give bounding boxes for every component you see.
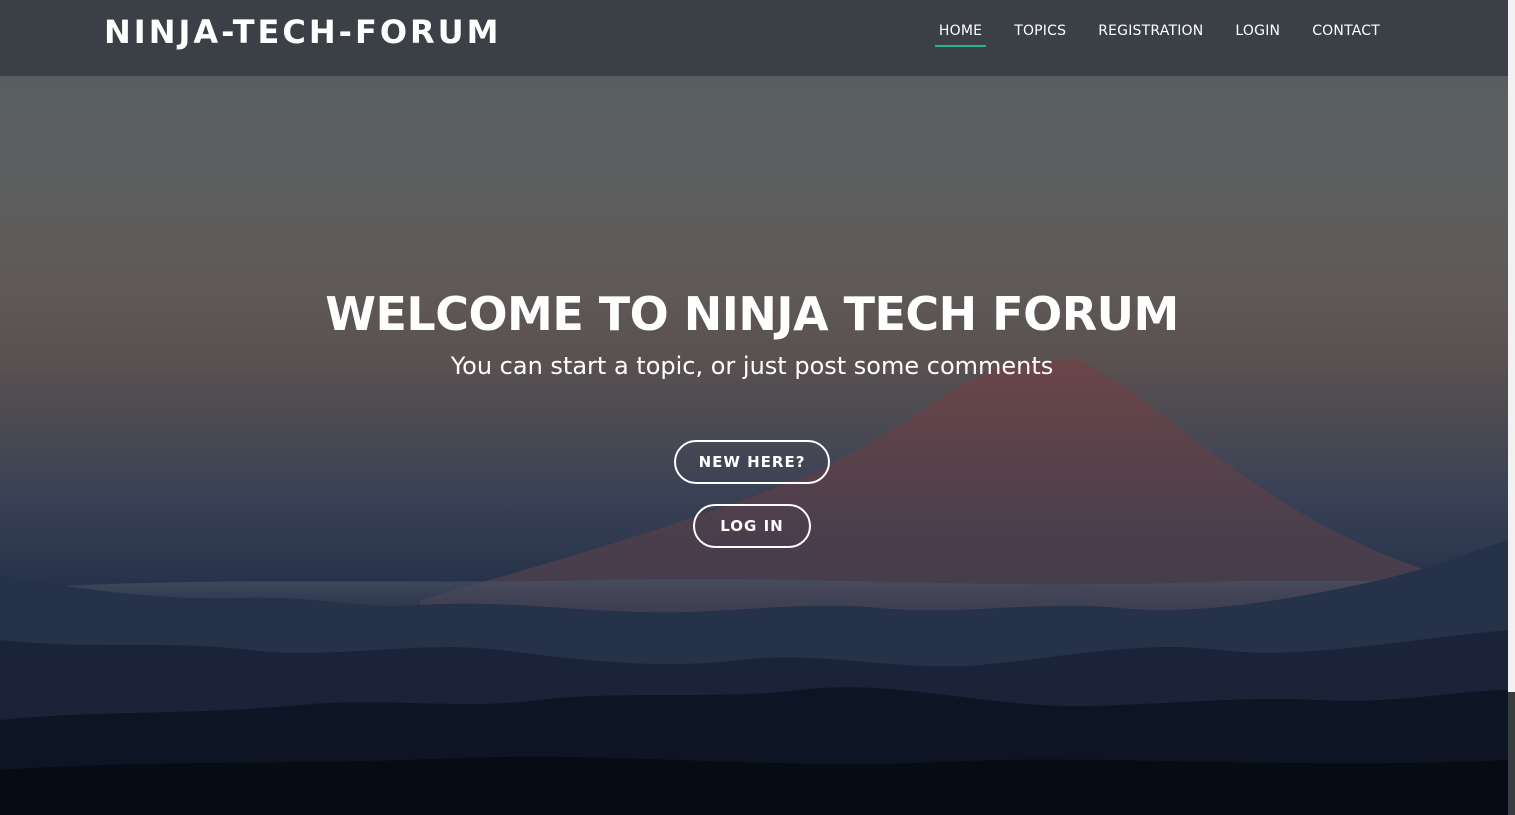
nav-item-login[interactable]: LOGIN xyxy=(1219,20,1296,42)
page: NINJA-TECH-FORUM HOME TOPICS REGISTRATIO… xyxy=(0,0,1515,815)
nav-item-home[interactable]: HOME xyxy=(923,20,998,47)
page-scrollbar[interactable] xyxy=(1508,0,1515,815)
top-navbar: NINJA-TECH-FORUM HOME TOPICS REGISTRATIO… xyxy=(0,0,1508,76)
main-nav: HOME TOPICS REGISTRATION LOGIN CONTACT xyxy=(923,20,1396,47)
hero-title: WELCOME TO NINJA TECH FORUM xyxy=(325,287,1179,341)
hero-background xyxy=(0,0,1508,815)
mountain-scenery-image xyxy=(0,360,1508,815)
nav-item-topics[interactable]: TOPICS xyxy=(998,20,1082,42)
hero-subtitle: You can start a topic, or just post some… xyxy=(450,352,1054,380)
brand-logo-link[interactable]: NINJA-TECH-FORUM xyxy=(104,12,501,52)
log-in-button[interactable]: LOG IN xyxy=(693,504,811,548)
nav-item-registration[interactable]: REGISTRATION xyxy=(1082,20,1219,42)
nav-item-contact[interactable]: CONTACT xyxy=(1296,20,1396,42)
scrollbar-thumb[interactable] xyxy=(1508,692,1515,815)
new-here-button[interactable]: NEW HERE? xyxy=(674,440,830,484)
